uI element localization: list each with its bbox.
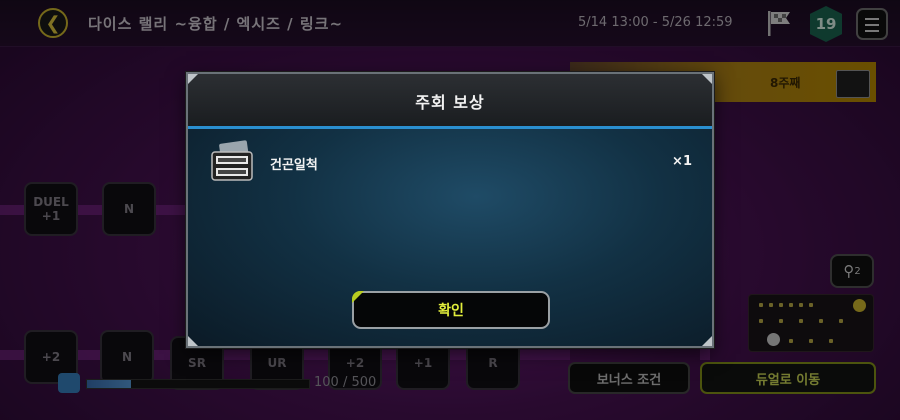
- dialog-header: 주회 보상: [188, 74, 712, 129]
- reward-item: 건곤일척 ×1: [206, 140, 696, 184]
- reward-quantity: ×1: [672, 154, 692, 169]
- confirm-button[interactable]: 확인: [352, 291, 550, 329]
- ticket-icon: [211, 140, 253, 181]
- weekly-reward-dialog: 주회 보상 건곤일척 ×1 확인: [186, 72, 714, 348]
- confirm-label: 확인: [438, 303, 464, 319]
- reward-name: 건곤일척: [270, 158, 318, 173]
- dialog-title: 주회 보상: [415, 93, 485, 112]
